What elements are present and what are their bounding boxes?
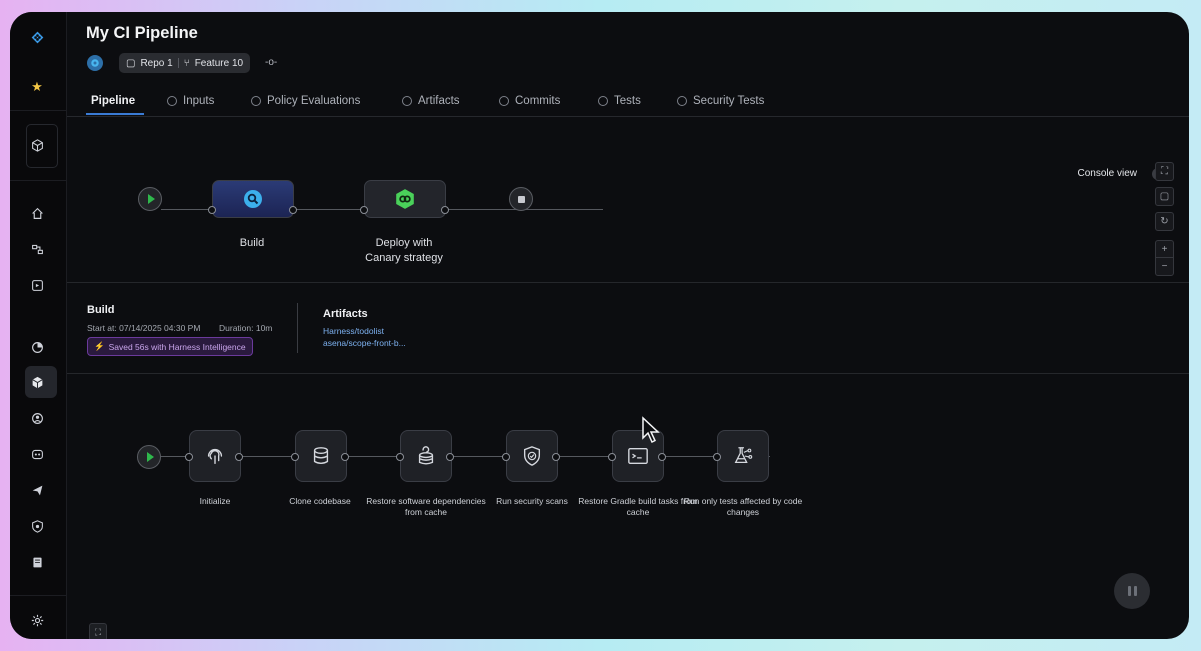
- step-label: Run security scans: [496, 496, 568, 506]
- fit-to-screen-icon[interactable]: ⛶: [1155, 162, 1174, 181]
- fingerprint-icon: [207, 448, 223, 465]
- tab-security-tests[interactable]: Security Tests: [677, 92, 764, 110]
- settings-gear-icon[interactable]: [26, 609, 48, 631]
- security-shield-icon[interactable]: [26, 515, 48, 537]
- repo-branch-chip[interactable]: ▢ Repo 1 ⑂ Feature 10: [119, 53, 251, 73]
- stage-canvas: Build Deploy with Canary strategy ⛶ ▢ ↻ …: [67, 116, 1189, 283]
- build-duration: Duration: 10m: [219, 323, 273, 333]
- screen-frame: ★ My CI Pipeline ▢ Repo 1 ⑂ Feature 10 -…: [0, 0, 1201, 651]
- artifact-link[interactable]: asena/scope-front-b...: [323, 338, 406, 348]
- artifact-link[interactable]: Harness/todolist: [323, 326, 384, 336]
- step-clone-codebase[interactable]: [295, 430, 347, 482]
- status-circle-icon: [499, 96, 509, 106]
- tab-pipeline[interactable]: Pipeline: [91, 92, 135, 110]
- repo-avatar-icon: [87, 55, 103, 71]
- pipeline-end-node[interactable]: [509, 187, 533, 211]
- status-circle-icon: [677, 96, 687, 106]
- branch-name: Feature 10: [194, 57, 244, 69]
- flask-icon: [734, 447, 753, 464]
- send-icon[interactable]: [26, 479, 48, 501]
- tab-label: Policy Evaluations: [267, 95, 361, 107]
- step-label: Initialize: [199, 496, 231, 506]
- builds-icon[interactable]: [26, 371, 48, 393]
- step-initialize[interactable]: [189, 430, 241, 482]
- shield-check-icon: [523, 446, 541, 466]
- step-label: Restore Gradle build tasks from cache: [578, 496, 698, 517]
- cube-icon[interactable]: [26, 134, 48, 156]
- environments-icon[interactable]: [26, 443, 48, 465]
- build-info-panel: Build Start at: 07/14/2025 04:30 PM Dura…: [67, 283, 1189, 374]
- tab-label: Artifacts: [418, 95, 460, 107]
- tab-label: Commits: [515, 95, 561, 107]
- mouse-cursor-icon: [641, 416, 661, 449]
- commit-icon[interactable]: -o-: [265, 57, 277, 68]
- fullscreen-icon[interactable]: ⛶: [89, 623, 107, 639]
- harness-intelligence-badge: ⚡ Saved 56s with Harness Intelligence: [87, 337, 253, 356]
- badge-label: Saved 56s with Harness Intelligence: [108, 341, 246, 352]
- tab-label: Inputs: [183, 95, 215, 107]
- status-circle-icon: [598, 96, 608, 106]
- artifacts-title: Artifacts: [323, 308, 368, 320]
- user-icon[interactable]: [26, 407, 48, 429]
- step-restore-dependencies[interactable]: [400, 430, 452, 482]
- tab-label: Security Tests: [693, 95, 765, 107]
- app-window: ★ My CI Pipeline ▢ Repo 1 ⑂ Feature 10 -…: [10, 12, 1189, 639]
- active-tab-underline: [86, 113, 144, 115]
- branch-icon: ⑂: [183, 57, 190, 69]
- deployments-icon[interactable]: [26, 274, 48, 296]
- build-icon: [244, 190, 262, 208]
- harness-logo-icon[interactable]: [26, 26, 48, 48]
- lightning-icon: ⚡: [94, 341, 105, 351]
- stage-build[interactable]: [212, 180, 294, 218]
- build-info-title: Build: [87, 304, 115, 316]
- star-icon[interactable]: ★: [26, 76, 48, 98]
- docs-icon[interactable]: [26, 551, 48, 573]
- stage-build-label: Build: [239, 237, 265, 249]
- nav-rail: ★: [10, 12, 67, 639]
- tab-tests[interactable]: Tests: [598, 92, 641, 110]
- zoom-out-icon[interactable]: −: [1155, 257, 1174, 276]
- step-label: Clone codebase: [289, 496, 351, 506]
- select-area-icon[interactable]: ▢: [1155, 187, 1174, 206]
- step-label: Restore software dependencies from cache: [366, 496, 486, 517]
- deploy-icon: [396, 189, 414, 209]
- pause-button[interactable]: [1114, 573, 1150, 609]
- stage-deploy-label: Deploy with Canary strategy: [365, 237, 443, 264]
- build-start-time: Start at: 07/14/2025 04:30 PM: [87, 323, 201, 333]
- page-title: My CI Pipeline: [86, 24, 198, 42]
- repo-icon: ▢: [126, 57, 136, 69]
- tab-inputs[interactable]: Inputs: [167, 92, 214, 110]
- tab-bar: Pipeline Inputs Policy Evaluations Artif…: [67, 89, 1189, 180]
- status-circle-icon: [167, 96, 177, 106]
- database-icon: [313, 447, 329, 465]
- stage-deploy[interactable]: [364, 180, 446, 218]
- tab-label: Tests: [614, 95, 641, 107]
- pipelines-icon[interactable]: [26, 238, 48, 260]
- reset-view-icon[interactable]: ↻: [1155, 212, 1174, 231]
- step-label: Run only tests affected by code changes: [683, 496, 803, 517]
- zoom-in-icon[interactable]: +: [1155, 240, 1174, 258]
- home-icon[interactable]: [26, 202, 48, 224]
- stage-start-node[interactable]: [137, 445, 161, 469]
- step-run-affected-tests[interactable]: [717, 430, 769, 482]
- main-panel: My CI Pipeline ▢ Repo 1 ⑂ Feature 10 -o-…: [67, 12, 1189, 639]
- tab-policy-evaluations[interactable]: Policy Evaluations: [251, 92, 360, 110]
- step-run-security-scans[interactable]: [506, 430, 558, 482]
- tab-artifacts[interactable]: Artifacts: [402, 92, 460, 110]
- repo-name: Repo 1: [140, 57, 173, 69]
- status-circle-icon: [251, 96, 261, 106]
- dashboard-icon[interactable]: [26, 336, 48, 358]
- pipeline-start-node[interactable]: [138, 187, 162, 211]
- status-circle-icon: [402, 96, 412, 106]
- database-restore-icon: [418, 446, 434, 465]
- tab-commits[interactable]: Commits: [499, 92, 560, 110]
- tab-label: Pipeline: [91, 95, 136, 107]
